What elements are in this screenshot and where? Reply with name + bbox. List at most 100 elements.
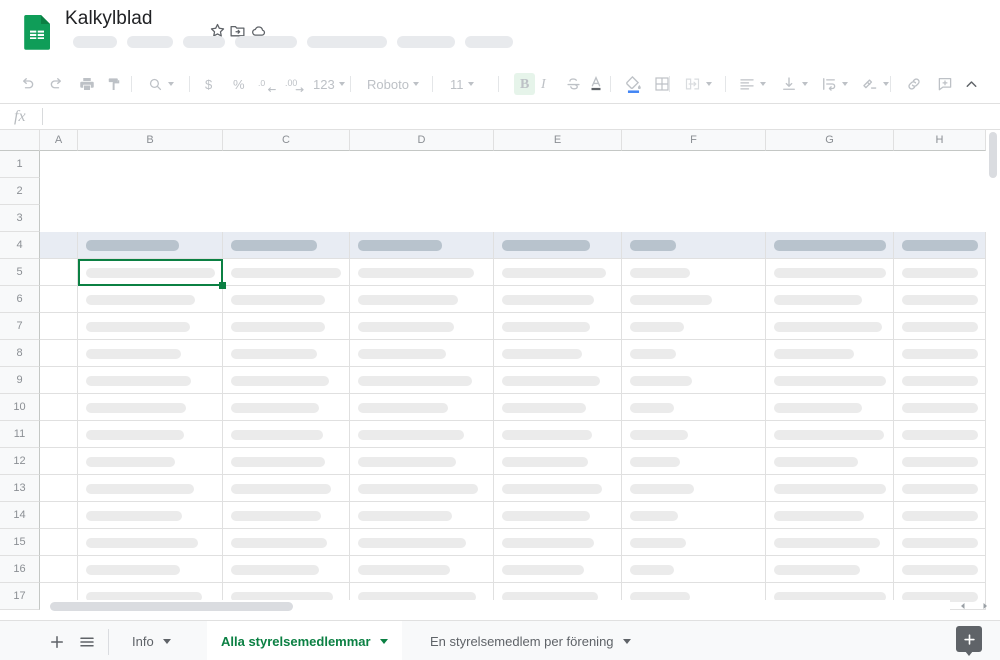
cell-H12[interactable]	[894, 448, 986, 475]
cell-F15[interactable]	[622, 529, 766, 556]
cell-C7[interactable]	[223, 313, 350, 340]
bold-button[interactable]: B	[514, 73, 535, 95]
cell-A16[interactable]	[40, 556, 78, 583]
cell-D13[interactable]	[350, 475, 494, 502]
cell-F9[interactable]	[622, 367, 766, 394]
cell-H4[interactable]	[894, 232, 986, 259]
cell-A15[interactable]	[40, 529, 78, 556]
cell-B10[interactable]	[78, 394, 223, 421]
cell-H3[interactable]	[894, 205, 986, 232]
decrease-decimal-button[interactable]: .0	[258, 74, 280, 94]
cell-A4[interactable]	[40, 232, 78, 259]
column-header-h[interactable]: H	[894, 130, 986, 151]
cell-C10[interactable]	[223, 394, 350, 421]
text-rotation-button[interactable]	[860, 74, 889, 94]
cell-F5[interactable]	[622, 259, 766, 286]
percent-button[interactable]: %	[233, 74, 245, 94]
cell-D6[interactable]	[350, 286, 494, 313]
cell-E4[interactable]	[494, 232, 622, 259]
cell-H8[interactable]	[894, 340, 986, 367]
row-header-6[interactable]: 6	[0, 286, 40, 313]
row-header-17[interactable]: 17	[0, 583, 40, 610]
cell-A8[interactable]	[40, 340, 78, 367]
function-icon[interactable]: fx	[14, 108, 26, 126]
cell-E16[interactable]	[494, 556, 622, 583]
print-button[interactable]	[78, 74, 96, 94]
cell-D10[interactable]	[350, 394, 494, 421]
scroll-left-arrow[interactable]	[956, 599, 970, 613]
chevron-down-icon[interactable]	[380, 639, 388, 644]
menu-item-placeholder[interactable]	[127, 36, 173, 48]
cell-A14[interactable]	[40, 502, 78, 529]
number-format-button[interactable]: 123	[313, 74, 345, 94]
row-header-3[interactable]: 3	[0, 205, 40, 232]
cell-E14[interactable]	[494, 502, 622, 529]
cell-D4[interactable]	[350, 232, 494, 259]
cell-D5[interactable]	[350, 259, 494, 286]
row-header-4[interactable]: 4	[0, 232, 40, 259]
cell-C9[interactable]	[223, 367, 350, 394]
cell-D1[interactable]	[350, 151, 494, 178]
cell-D11[interactable]	[350, 421, 494, 448]
cell-D9[interactable]	[350, 367, 494, 394]
all-sheets-icon[interactable]	[76, 631, 98, 653]
collapse-toolbar-button[interactable]	[963, 74, 980, 94]
cell-E1[interactable]	[494, 151, 622, 178]
cell-B8[interactable]	[78, 340, 223, 367]
cell-F16[interactable]	[622, 556, 766, 583]
cell-E11[interactable]	[494, 421, 622, 448]
cell-C4[interactable]	[223, 232, 350, 259]
cell-C8[interactable]	[223, 340, 350, 367]
paint-format-button[interactable]	[105, 74, 123, 94]
cell-D14[interactable]	[350, 502, 494, 529]
row-header-14[interactable]: 14	[0, 502, 40, 529]
cell-F2[interactable]	[622, 178, 766, 205]
cell-C11[interactable]	[223, 421, 350, 448]
insert-comment-button[interactable]	[936, 74, 954, 94]
menu-item-placeholder[interactable]	[397, 36, 455, 48]
insert-link-button[interactable]	[905, 74, 923, 94]
cell-A5[interactable]	[40, 259, 78, 286]
cell-B7[interactable]	[78, 313, 223, 340]
cell-F10[interactable]	[622, 394, 766, 421]
cell-B4[interactable]	[78, 232, 223, 259]
cell-E6[interactable]	[494, 286, 622, 313]
cell-H6[interactable]	[894, 286, 986, 313]
cell-D15[interactable]	[350, 529, 494, 556]
fill-handle[interactable]	[219, 282, 226, 289]
cell-E15[interactable]	[494, 529, 622, 556]
cell-C2[interactable]	[223, 178, 350, 205]
cell-H10[interactable]	[894, 394, 986, 421]
scroll-right-arrow[interactable]	[978, 599, 992, 613]
cell-G12[interactable]	[766, 448, 894, 475]
cell-F7[interactable]	[622, 313, 766, 340]
row-header-11[interactable]: 11	[0, 421, 40, 448]
cell-D7[interactable]	[350, 313, 494, 340]
column-header-f[interactable]: F	[622, 130, 766, 151]
row-header-16[interactable]: 16	[0, 556, 40, 583]
cell-H15[interactable]	[894, 529, 986, 556]
cell-F12[interactable]	[622, 448, 766, 475]
cell-B1[interactable]	[78, 151, 223, 178]
cell-D16[interactable]	[350, 556, 494, 583]
row-header-12[interactable]: 12	[0, 448, 40, 475]
cell-G3[interactable]	[766, 205, 894, 232]
cell-H1[interactable]	[894, 151, 986, 178]
cell-C16[interactable]	[223, 556, 350, 583]
increase-decimal-button[interactable]: .00	[285, 74, 309, 94]
cell-C15[interactable]	[223, 529, 350, 556]
row-header-9[interactable]: 9	[0, 367, 40, 394]
column-header-a[interactable]: A	[40, 130, 78, 151]
redo-button[interactable]	[48, 74, 66, 94]
add-sheet-icon[interactable]	[46, 631, 68, 653]
merge-cells-button[interactable]	[683, 74, 712, 94]
cell-E2[interactable]	[494, 178, 622, 205]
cell-H9[interactable]	[894, 367, 986, 394]
cell-A10[interactable]	[40, 394, 78, 421]
cell-H13[interactable]	[894, 475, 986, 502]
cell-C1[interactable]	[223, 151, 350, 178]
cell-H7[interactable]	[894, 313, 986, 340]
row-header-15[interactable]: 15	[0, 529, 40, 556]
text-wrap-button[interactable]	[820, 74, 848, 94]
menu-item-placeholder[interactable]	[235, 36, 297, 48]
